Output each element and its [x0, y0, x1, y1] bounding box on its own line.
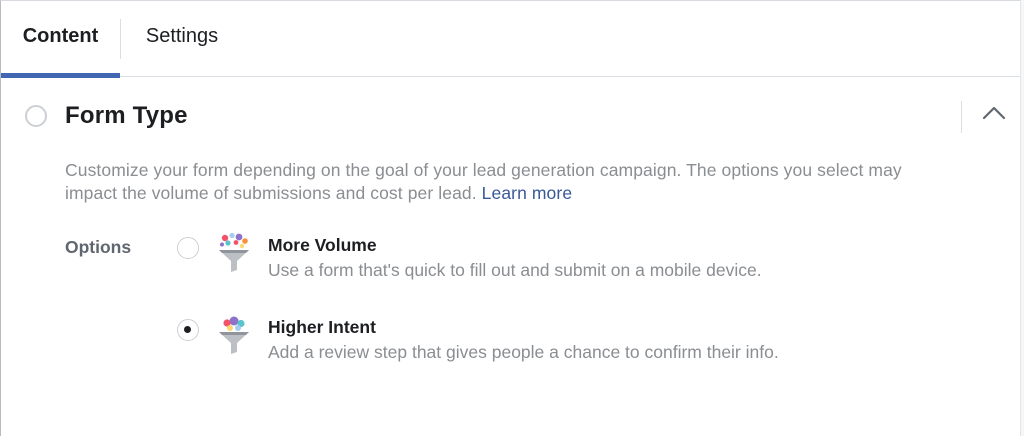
tab-content-label: Content	[22, 25, 99, 47]
tab-settings-label: Settings	[145, 25, 219, 47]
option-higher-intent[interactable]: Higher Intent Add a review step that giv…	[177, 316, 877, 373]
chevron-up-icon	[982, 106, 1006, 120]
section-title: Form Type	[65, 102, 188, 129]
options-label: Options	[65, 237, 132, 257]
option-more-volume[interactable]: More Volume Use a form that's quick to f…	[177, 232, 877, 291]
collapse-button[interactable]	[979, 101, 1009, 127]
option-description: Use a form that's quick to fill out and …	[268, 260, 762, 280]
option-radio-more-volume[interactable]	[177, 237, 199, 259]
section-status-circle	[25, 105, 47, 127]
tab-content[interactable]: Content	[1, 1, 120, 78]
funnel-icon	[219, 316, 249, 354]
form-editor-panel: Content Settings Form Type Customize you…	[0, 0, 1021, 436]
tab-bar: Content Settings	[1, 1, 1020, 78]
option-description: Add a review step that gives people a ch…	[268, 342, 779, 362]
section-description: Customize your form depending on the goa…	[65, 159, 945, 205]
funnel-icon	[219, 232, 249, 272]
tab-settings[interactable]: Settings	[121, 1, 243, 77]
option-title: Higher Intent	[268, 317, 376, 337]
option-title: More Volume	[268, 235, 377, 255]
header-divider	[961, 101, 962, 133]
learn-more-link[interactable]: Learn more	[482, 183, 573, 203]
option-radio-higher-intent[interactable]	[177, 319, 199, 341]
